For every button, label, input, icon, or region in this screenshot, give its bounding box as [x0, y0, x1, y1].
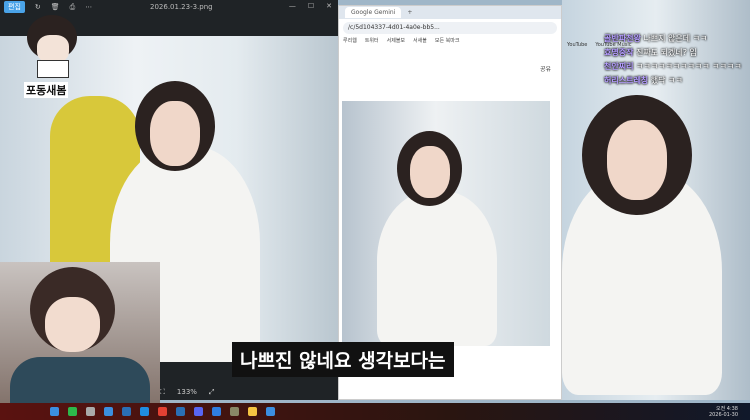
chat-message: 효명중작 진짜도 되겠네? 임	[604, 48, 697, 57]
taskbar	[0, 403, 750, 420]
bookmark-folder[interactable]: 모든 북마크	[435, 37, 460, 48]
chat-message: 천안찌리 ㅋㅋㅋㅋㅋㅋㅋㅋㅋㅋ ㅋㅋㅋㅋ	[604, 62, 742, 71]
taskbar-app-icon[interactable]	[248, 407, 257, 416]
window-controls: — ☐ ✕	[289, 2, 332, 10]
gemini-image	[342, 101, 550, 346]
taskbar-app-icon[interactable]	[50, 407, 59, 416]
address-bar[interactable]: /c/5d104337-4d01-4a0e-bb5...	[343, 22, 557, 34]
file-name: 2026.01.23-3.png	[150, 3, 213, 11]
more-icon[interactable]: ⋯	[85, 3, 92, 11]
taskbar-app-icon[interactable]	[176, 407, 185, 416]
logo-text: 포동새봄	[24, 82, 69, 98]
taskbar-app-icon[interactable]	[230, 407, 239, 416]
taskbar-app-icon[interactable]	[212, 407, 221, 416]
browser-window: Google Gemini + /c/5d104337-4d01-4a0e-bb…	[338, 5, 562, 400]
share-button[interactable]: 공유	[540, 64, 551, 73]
bookmark[interactable]: 트위터	[365, 37, 379, 48]
bookmark[interactable]: 루리웹	[343, 37, 357, 48]
clock-time: 오전 4:38	[715, 406, 738, 412]
taskbar-app-icon[interactable]	[122, 407, 131, 416]
taskbar-app-icon[interactable]	[266, 407, 275, 416]
system-clock[interactable]: 오전 4:38 2026-01-30	[709, 405, 738, 418]
bookmarks-bar: 루리웹 트위터 서제볼보 서새볼 모든 북마크	[339, 37, 561, 48]
new-tab-button[interactable]: +	[407, 9, 412, 16]
close-button[interactable]: ✕	[326, 2, 332, 10]
taskbar-app-icon[interactable]	[104, 407, 113, 416]
viewer-footer: ⛶ 133% ⤢	[160, 388, 215, 397]
bookmark-youtube[interactable]: YouTube	[567, 42, 587, 48]
minimize-button[interactable]: —	[289, 2, 296, 10]
webcam-overlay	[0, 262, 160, 420]
clock-date: 2026-01-30	[708, 412, 738, 418]
chat-message: 골반파천왕 나쁘지 않은데 ㅋㅋ	[604, 34, 708, 43]
taskbar-app-icon[interactable]	[158, 407, 167, 416]
taskbar-app-icon[interactable]	[194, 407, 203, 416]
zoom-level[interactable]: 133%	[177, 388, 197, 397]
bookmark[interactable]: 서제볼보	[387, 37, 405, 48]
tab-strip: Google Gemini +	[339, 6, 561, 19]
fullscreen-icon[interactable]: ⤢	[209, 388, 215, 397]
subtitle: 나쁘진 않네요 생각보다는	[232, 342, 454, 377]
fit-icon[interactable]: ⛶	[160, 388, 165, 397]
chat-message: 허리스트레칭 했닥 ㅋㅋ	[604, 76, 683, 85]
taskbar-app-icon[interactable]	[68, 407, 77, 416]
chat-overlay: 골반파천왕 나쁘지 않은데 ㅋㅋ 효명중작 진짜도 되겠네? 임 천안찌리 ㅋㅋ…	[604, 32, 742, 88]
taskbar-app-icon[interactable]	[140, 407, 149, 416]
tab-gemini[interactable]: Google Gemini	[345, 7, 402, 18]
streamer-logo	[22, 10, 82, 80]
taskbar-app-icon[interactable]	[86, 407, 95, 416]
bookmark[interactable]: 서새볼	[413, 37, 427, 48]
maximize-button[interactable]: ☐	[308, 2, 314, 10]
